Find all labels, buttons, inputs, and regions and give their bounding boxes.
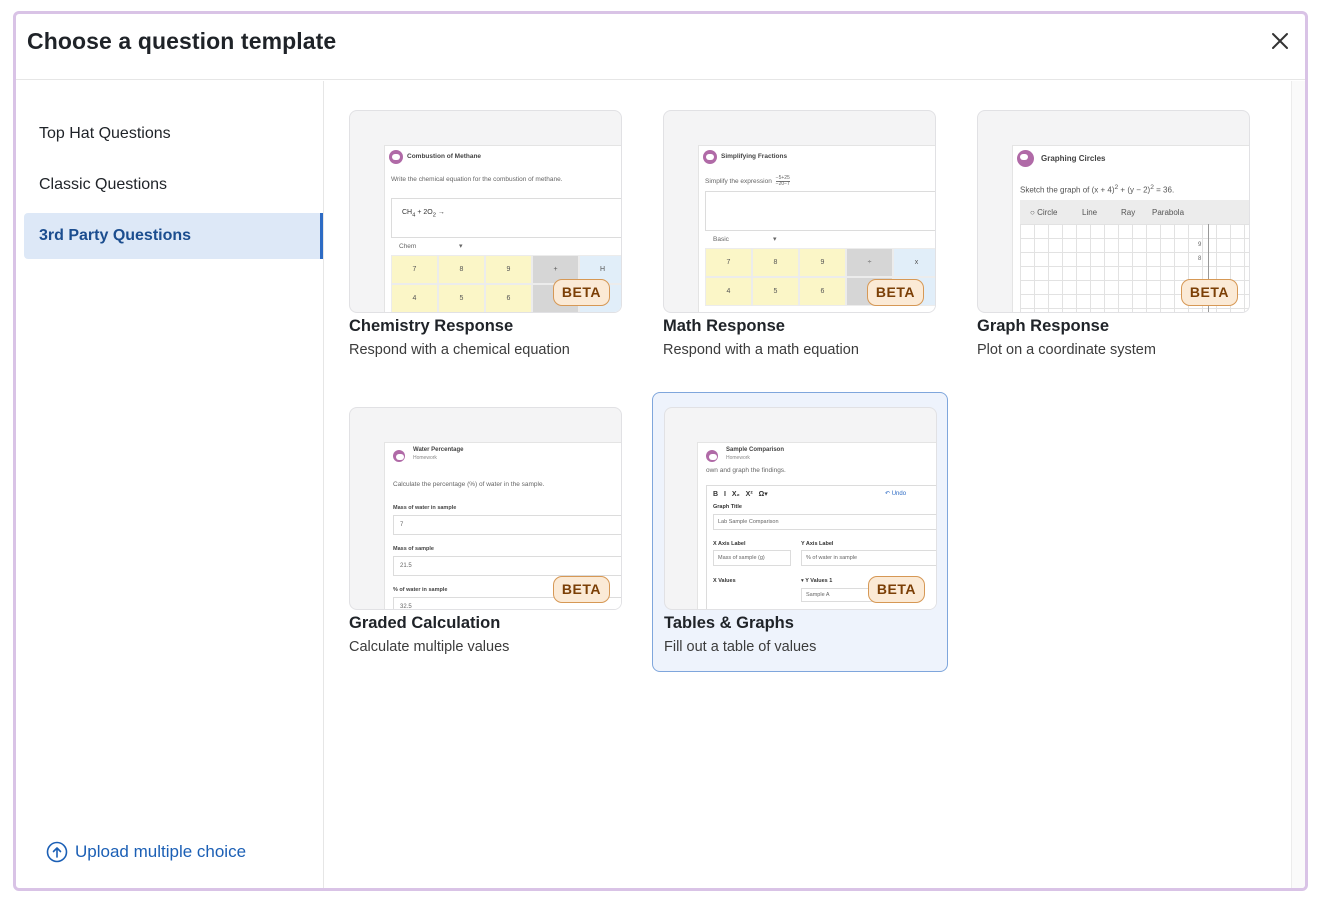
preview-prompt: Simplify the expression −5+25 −20−7	[705, 175, 790, 187]
preview-input: CH4 + 2O2 →	[391, 198, 621, 238]
template-card-tables-graphs[interactable]: Sample Comparison Homework own and graph…	[652, 392, 948, 672]
upload-multiple-choice-link[interactable]: Upload multiple choice	[46, 841, 246, 863]
preview-prompt: own and graph the findings.	[706, 467, 786, 474]
template-description: Respond with a math equation	[663, 342, 859, 358]
template-card-graph-response[interactable]: Graphing Circles Sketch the graph of (x …	[977, 110, 1251, 380]
beta-badge: BETA	[552, 279, 610, 306]
beta-badge: BETA	[1180, 279, 1238, 306]
sidebar-item-classic-questions[interactable]: Classic Questions	[24, 162, 323, 208]
preview-dropdown: Chem	[399, 243, 417, 250]
preview-prompt: Write the chemical equation for the comb…	[391, 176, 563, 183]
template-card-chemistry-response[interactable]: Combustion of Methane Write the chemical…	[349, 110, 623, 380]
sidebar-item-top-hat-questions[interactable]: Top Hat Questions	[24, 111, 323, 157]
preview-graph-toolbar: ○ Circle Line Ray Parabola	[1020, 200, 1249, 224]
scrollbar[interactable]	[1291, 81, 1305, 888]
template-grid: Combustion of Methane Write the chemical…	[325, 81, 1305, 888]
template-name: Chemistry Response	[349, 317, 514, 335]
question-icon	[706, 450, 718, 462]
sidebar-item-3rd-party-questions[interactable]: 3rd Party Questions	[24, 213, 323, 259]
template-preview: Sample Comparison Homework own and graph…	[664, 407, 937, 610]
preview-title: Combustion of Methane	[407, 153, 482, 160]
close-icon[interactable]	[1265, 26, 1295, 56]
template-dialog: Choose a question template Top Hat Quest…	[13, 11, 1308, 891]
question-icon	[1017, 150, 1034, 167]
beta-badge: BETA	[552, 576, 610, 603]
preview-dropdown: Basic	[713, 236, 729, 243]
template-description: Calculate multiple values	[349, 639, 510, 655]
template-card-math-response[interactable]: Simplifying Fractions Simplify the expre…	[663, 110, 937, 380]
template-name: Graph Response	[977, 317, 1110, 335]
template-name: Math Response	[663, 317, 785, 335]
category-sidebar: Top Hat Questions Classic Questions 3rd …	[16, 81, 324, 888]
dialog-title: Choose a question template	[27, 28, 337, 54]
template-name: Tables & Graphs	[664, 614, 794, 632]
template-description: Fill out a table of values	[664, 639, 817, 655]
upload-label: Upload multiple choice	[75, 842, 247, 861]
preview-title: Water Percentage	[413, 447, 464, 453]
template-preview: Combustion of Methane Write the chemical…	[349, 110, 622, 313]
preview-title: Graphing Circles	[1041, 154, 1106, 163]
upload-icon	[46, 841, 68, 863]
preview-title: Sample Comparison	[726, 447, 785, 453]
dialog-header: Choose a question template	[16, 14, 1305, 80]
template-preview: Water Percentage Homework Calculate the …	[349, 407, 622, 610]
question-icon	[703, 150, 717, 164]
preview-prompt: Sketch the graph of (x + 4)2 + (y − 2)2 …	[1020, 184, 1175, 195]
template-name: Graded Calculation	[349, 614, 501, 632]
preview-title: Simplifying Fractions	[721, 153, 788, 160]
template-description: Respond with a chemical equation	[349, 342, 570, 358]
preview-input	[705, 191, 935, 231]
template-card-graded-calculation[interactable]: Water Percentage Homework Calculate the …	[349, 407, 623, 677]
template-preview: Graphing Circles Sketch the graph of (x …	[977, 110, 1250, 313]
question-icon	[393, 450, 405, 462]
beta-badge: BETA	[867, 576, 925, 603]
question-icon	[389, 150, 403, 164]
template-description: Plot on a coordinate system	[977, 342, 1156, 358]
beta-badge: BETA	[866, 279, 924, 306]
template-preview: Simplifying Fractions Simplify the expre…	[663, 110, 936, 313]
preview-prompt: Calculate the percentage (%) of water in…	[393, 481, 545, 488]
